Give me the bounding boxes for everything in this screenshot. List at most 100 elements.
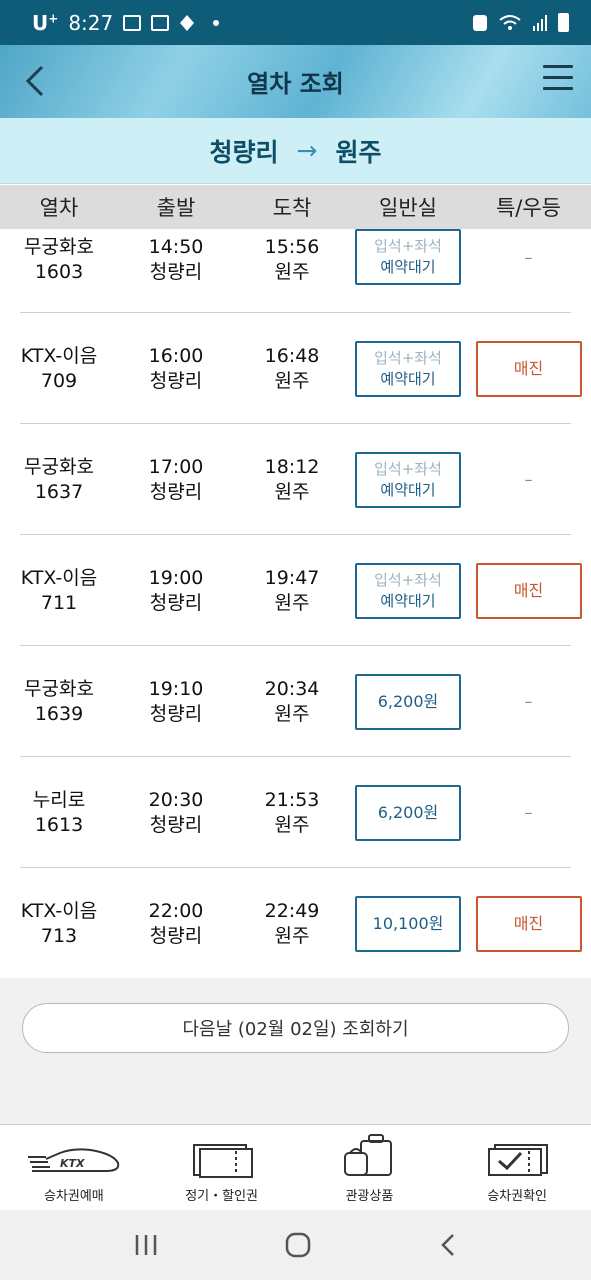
train-cell: 무궁화호 1639 <box>0 646 118 757</box>
train-number: 1637 <box>34 480 84 503</box>
fare-button[interactable]: 10,100원 <box>355 895 461 952</box>
general-seat-cell: 6,200원 <box>350 646 466 757</box>
arrival-cell: 20:34 원주 <box>234 646 350 757</box>
general-seat-cell: 입석+좌석 예약대기 <box>350 535 466 646</box>
status-bar: U+ 8:27 <box>0 0 591 45</box>
footer-area: 다음날 (02월 02일) 조회하기 <box>0 978 591 1124</box>
special-seat-cell: 매진 <box>466 868 591 979</box>
departure-cell: 19:00 청량리 <box>118 535 234 646</box>
general-seat-cell: 입석+좌석 예약대기 <box>350 313 466 424</box>
luggage-icon <box>344 1134 393 1176</box>
departure-time: 22:00 <box>148 899 204 922</box>
ticket-check-icon <box>488 1144 549 1176</box>
reserve-wait-label: 예약대기 <box>380 258 436 276</box>
arrival-cell: 21:53 원주 <box>234 757 350 868</box>
table-row: 무궁화호 1639 19:10 청량리 20:34 원주 6,200원 – <box>0 646 591 757</box>
page-title: 열차 조회 <box>247 70 344 98</box>
reserve-wait-label: 예약대기 <box>380 369 436 388</box>
waitlist-button[interactable]: 입석+좌석 예약대기 <box>355 229 461 285</box>
unavailable-dash: – <box>524 470 533 489</box>
departure-time: 19:10 <box>148 677 204 700</box>
table-row: KTX-이음 711 19:00 청량리 19:47 원주 입석+좌석 예약대기… <box>0 535 591 646</box>
departure-cell: 16:00 청량리 <box>118 313 234 424</box>
departure-cell: 14:50 청량리 <box>118 229 234 313</box>
arrival-station: 원주 <box>274 813 310 836</box>
train-number: 709 <box>40 369 78 392</box>
arrival-station: 원주 <box>335 137 382 167</box>
special-seat-cell: – <box>466 229 591 313</box>
general-seat-cell: 입석+좌석 예약대기 <box>350 424 466 535</box>
train-cell: KTX-이음 711 <box>0 535 118 646</box>
tab-tour-products[interactable]: 관광상품 <box>296 1125 444 1210</box>
special-seat-cell: 매진 <box>466 535 591 646</box>
fare-price: 6,200원 <box>377 803 439 822</box>
reserve-wait-label: 예약대기 <box>380 480 436 499</box>
departure-station: 청량리 <box>149 591 203 614</box>
system-navigation-bar <box>0 1210 591 1280</box>
arrival-station: 원주 <box>274 261 310 283</box>
sold-out-button[interactable]: 매진 <box>475 895 582 952</box>
table-header: 열차 출발 도착 일반실 특/우등 <box>0 185 591 229</box>
column-departure: 출발 <box>156 196 196 220</box>
battery-icon <box>558 13 569 32</box>
arrival-cell: 18:12 원주 <box>234 424 350 535</box>
general-seat-cell: 입석+좌석 예약대기 <box>350 229 466 313</box>
arrival-time: 16:48 <box>264 344 320 367</box>
signal-icon <box>533 14 547 31</box>
arrival-time: 21:53 <box>264 788 320 811</box>
train-name: 누리로 <box>32 788 86 811</box>
carrier-label: U+ <box>32 10 59 35</box>
arrival-station: 원주 <box>274 702 310 725</box>
next-day-search-button[interactable]: 다음날 (02월 02일) 조회하기 <box>22 1003 569 1053</box>
sold-out-button[interactable]: 매진 <box>475 562 582 619</box>
hamburger-menu-icon[interactable] <box>543 65 573 95</box>
arrival-cell: 15:56 원주 <box>234 229 350 313</box>
seat-type-label: 입석+좌석 <box>374 348 442 367</box>
arrival-time: 18:12 <box>264 455 320 478</box>
wifi-icon <box>499 14 521 30</box>
arrival-station: 원주 <box>274 591 310 614</box>
tab-season-discount[interactable]: 정기・할인권 <box>148 1125 296 1210</box>
home-icon[interactable] <box>285 1232 311 1258</box>
special-seat-cell: 매진 <box>466 313 591 424</box>
recent-apps-icon[interactable] <box>133 1233 159 1257</box>
train-number: 713 <box>40 924 78 947</box>
arrival-time: 22:49 <box>264 899 320 922</box>
train-cell: 무궁화호 1603 <box>0 229 118 313</box>
table-row: 무궁화호 1637 17:00 청량리 18:12 원주 입석+좌석 예약대기 … <box>0 424 591 535</box>
waitlist-button[interactable]: 입석+좌석 예약대기 <box>355 562 461 619</box>
clock: 8:27 <box>68 10 114 35</box>
arrival-time: 20:34 <box>264 677 320 700</box>
train-cell: 무궁화호 1637 <box>0 424 118 535</box>
route-arrow-icon: → <box>296 136 318 165</box>
departure-station: 청량리 <box>149 369 203 392</box>
departure-station: 청량리 <box>149 480 203 503</box>
table-row: 무궁화호 1603 14:50 청량리 15:56 원주 입석+좌석 예약대기 … <box>0 229 591 313</box>
seat-type-label: 입석+좌석 <box>374 570 442 589</box>
tab-label: 관광상품 <box>345 1189 394 1204</box>
train-number: 711 <box>40 591 78 614</box>
fare-button[interactable]: 6,200원 <box>355 784 461 841</box>
departure-time: 14:50 <box>148 236 204 258</box>
tab-ticket-check[interactable]: 승차권확인 <box>443 1125 591 1210</box>
route-bar: 청량리 → 원주 <box>0 118 591 184</box>
app-header: 열차 조회 <box>0 45 591 118</box>
train-number: 1613 <box>34 813 84 836</box>
train-list: 무궁화호 1603 14:50 청량리 15:56 원주 입석+좌석 예약대기 … <box>0 229 591 979</box>
train-name: 무궁화호 <box>24 455 94 478</box>
train-name: KTX-이음 <box>20 344 98 367</box>
fare-price: 10,100원 <box>372 914 444 933</box>
waitlist-button[interactable]: 입석+좌석 예약대기 <box>355 451 461 508</box>
train-name: 무궁화호 <box>24 677 94 700</box>
sold-out-button[interactable]: 매진 <box>475 340 582 397</box>
unavailable-dash: – <box>524 692 533 711</box>
column-general-class: 일반실 <box>379 196 437 220</box>
fare-button[interactable]: 6,200원 <box>355 673 461 730</box>
general-seat-cell: 6,200원 <box>350 757 466 868</box>
departure-cell: 17:00 청량리 <box>118 424 234 535</box>
back-nav-icon[interactable] <box>438 1232 458 1258</box>
screen-notification-icon <box>151 14 170 31</box>
tab-ticket-booking[interactable]: KTX 승차권예매 <box>0 1125 148 1210</box>
departure-time: 20:30 <box>148 788 204 811</box>
waitlist-button[interactable]: 입석+좌석 예약대기 <box>355 340 461 397</box>
